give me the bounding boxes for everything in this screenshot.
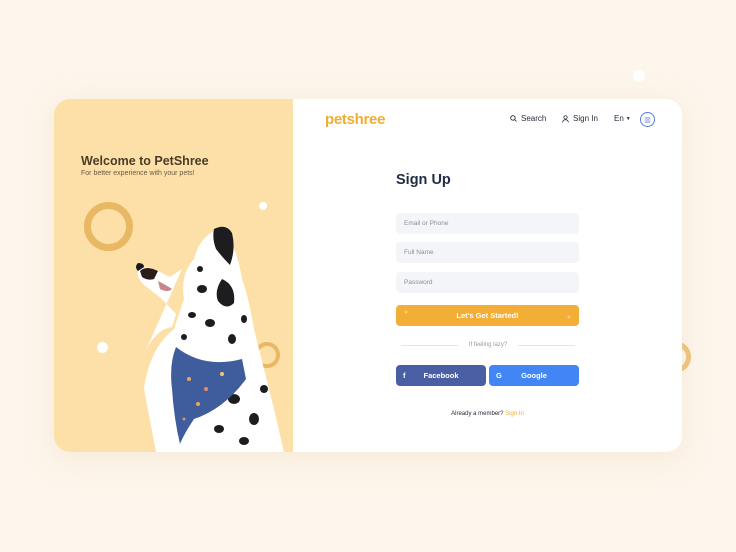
menu-button[interactable] — [640, 112, 655, 127]
sign-in-link-bottom[interactable]: Sign In — [505, 411, 524, 417]
dalmatian-dog-image — [136, 226, 284, 452]
member-prompt: Already a member? — [451, 411, 504, 417]
full-name-field[interactable] — [396, 242, 579, 263]
language-select[interactable]: En ▼ — [614, 114, 631, 123]
petshree-logo[interactable]: petshree — [325, 111, 385, 128]
divider — [518, 345, 575, 346]
email-field[interactable] — [396, 213, 579, 234]
form-title: Sign Up — [396, 172, 451, 188]
google-label: Google — [521, 371, 547, 380]
google-button[interactable]: G Google — [489, 365, 579, 386]
paw-icon: ● — [566, 314, 571, 321]
facebook-label: Facebook — [423, 371, 459, 380]
chevron-down-icon: ▼ — [625, 115, 631, 122]
search-link[interactable]: Search — [510, 114, 546, 123]
sign-in-link[interactable]: Sign In — [562, 114, 598, 123]
sign-in-label: Sign In — [573, 114, 598, 123]
already-member-text: Already a member? Sign In — [396, 411, 579, 417]
user-icon — [562, 114, 569, 123]
welcome-title: Welcome to PetShree — [81, 154, 209, 168]
paw-icon: ● — [404, 309, 409, 316]
menu-icon — [644, 116, 651, 123]
password-field[interactable] — [396, 272, 579, 293]
search-label: Search — [521, 114, 547, 123]
divider-text: If feeling lazy? — [468, 342, 508, 348]
welcome-panel: Welcome to PetShree For better experienc… — [54, 99, 293, 452]
get-started-label: Let's Get Started! — [456, 311, 519, 320]
signup-panel: petshree Search Sign In En ▼ Sign Up Ema… — [293, 99, 682, 452]
language-label: En — [614, 114, 624, 123]
divider — [401, 345, 458, 346]
decorative-dot — [259, 202, 267, 210]
welcome-subtitle: For better experience with your pets! — [81, 170, 195, 177]
decorative-dot — [97, 342, 108, 353]
decorative-dot — [633, 70, 645, 82]
get-started-button[interactable]: ● Let's Get Started! ● — [396, 305, 579, 326]
facebook-button[interactable]: f Facebook — [396, 365, 486, 386]
signup-card: Welcome to PetShree For better experienc… — [54, 99, 682, 452]
search-icon — [510, 115, 517, 122]
